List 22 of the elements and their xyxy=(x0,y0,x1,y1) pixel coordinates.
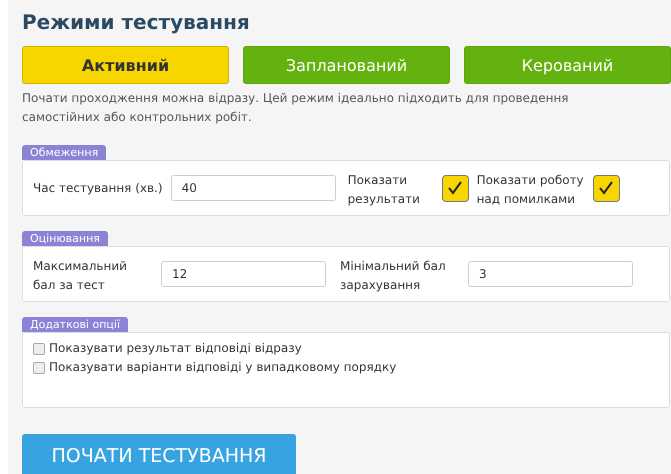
checkbox[interactable] xyxy=(442,174,469,202)
toggle-label: Показати роботу над помилками xyxy=(476,173,584,206)
input-field[interactable]: 3 xyxy=(468,261,633,287)
checkbox[interactable] xyxy=(33,362,45,374)
field-label: Час тестування (хв.) xyxy=(33,180,163,196)
field-label: Мінімальний бал зарахування xyxy=(340,259,446,292)
input-field[interactable]: 40 xyxy=(170,175,336,201)
option-label: Показувати результат відповіді відразу xyxy=(49,341,302,356)
field-label: Максимальний бал за тест xyxy=(33,259,127,292)
section-legend: Обмеження xyxy=(22,145,106,160)
check-icon xyxy=(447,180,464,196)
mode-description: Почати проходження можна відразу. Цей режим ідеально підходить для проведення самостійних або контрольних робіт. xyxy=(22,90,570,126)
option-label: Показувати варіанти відповіді у випадковому порядку xyxy=(49,360,396,375)
checkbox[interactable] xyxy=(33,342,45,354)
input-field[interactable]: 12 xyxy=(161,261,326,287)
page-title: Режими тестування xyxy=(22,10,251,34)
toggle-label: Показати результати xyxy=(348,173,420,206)
check-icon xyxy=(598,180,614,196)
checkbox[interactable] xyxy=(592,174,620,202)
mode-tab[interactable]: Активний xyxy=(22,46,229,84)
section-legend: Додаткові опції xyxy=(22,317,128,332)
section-legend: Оцінювання xyxy=(22,231,108,246)
